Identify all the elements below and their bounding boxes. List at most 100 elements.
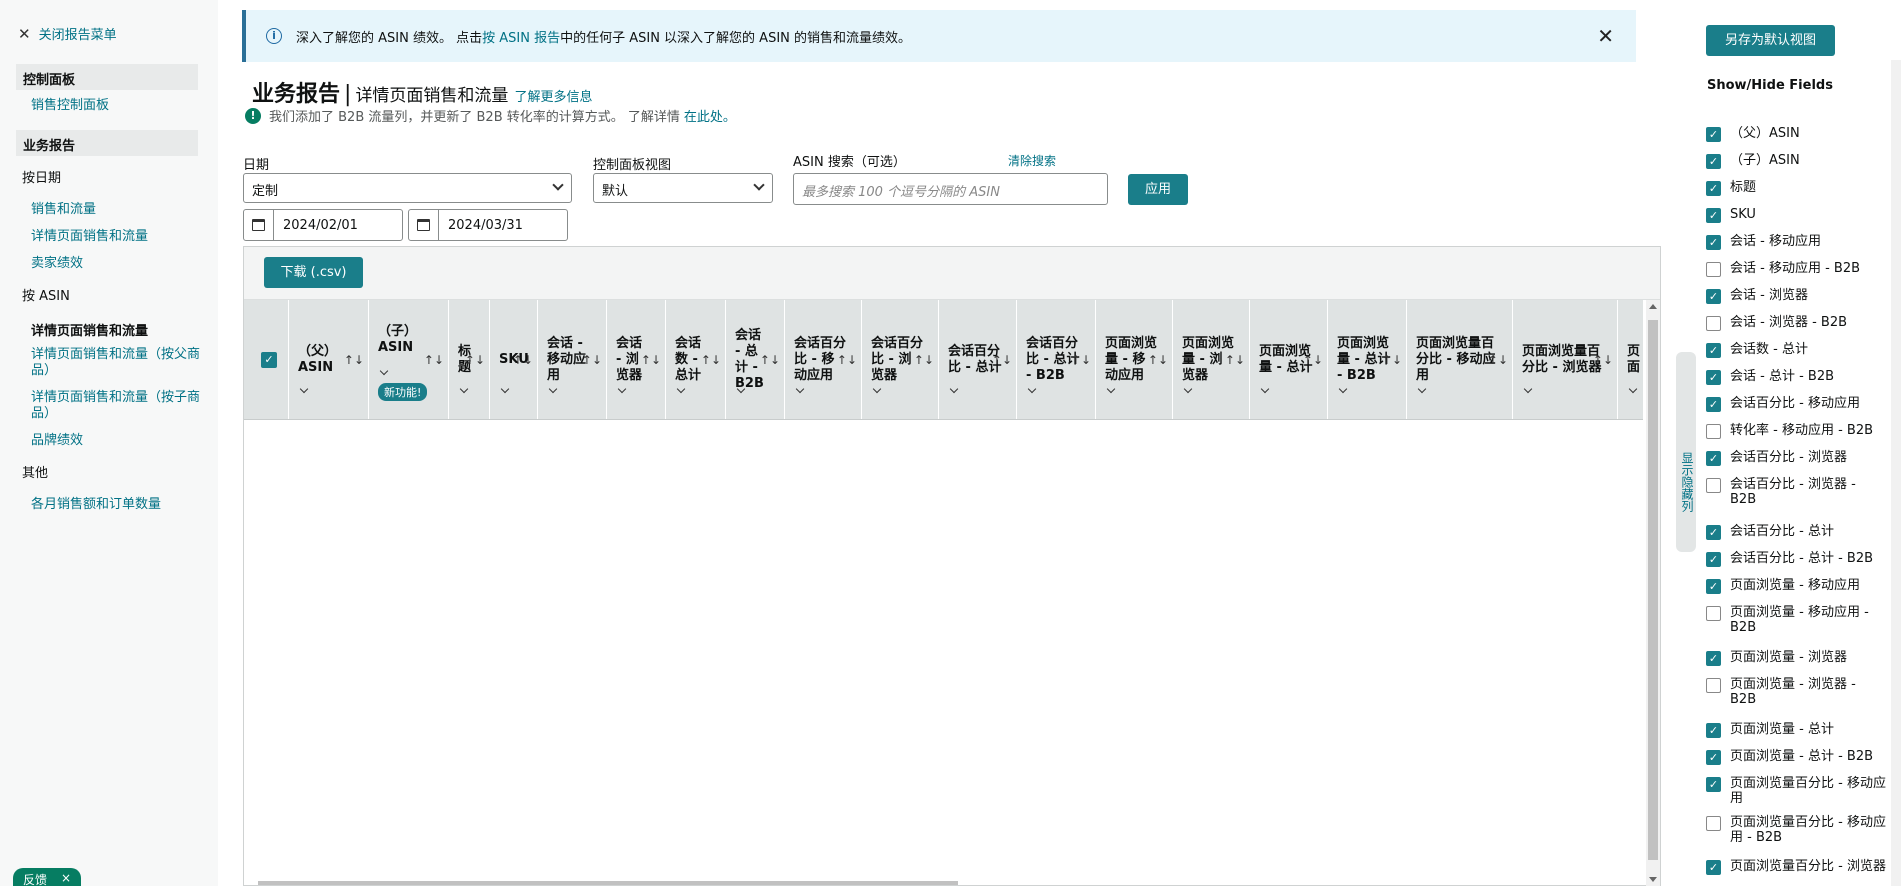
field-toggle[interactable]: ✓ 会话 - 浏览器 — [1706, 288, 1886, 304]
field-checkbox[interactable]: ✓ — [1706, 154, 1721, 169]
field-checkbox[interactable]: ✓ — [1706, 370, 1721, 385]
field-toggle[interactable]: ✓ 会话百分比 - 总计 - B2B — [1706, 551, 1886, 567]
field-checkbox[interactable]: ✓ — [1706, 777, 1721, 792]
field-toggle[interactable]: ✓ 会话数 - 总计 — [1706, 342, 1886, 358]
column-header[interactable]: 页面浏览量 - 浏览器 ↑↓ — [1173, 300, 1250, 419]
learn-more-link[interactable]: 了解更多信息 — [514, 86, 592, 105]
field-toggle[interactable]: ✓ （子）ASIN — [1706, 153, 1886, 169]
sidebar-item-sales-dashboard[interactable]: 销售控制面板 — [31, 98, 201, 114]
column-menu-chevron-icon[interactable] — [1417, 384, 1427, 394]
column-menu-chevron-icon[interactable] — [379, 366, 389, 376]
field-toggle[interactable]: ✓ 页面浏览量 - 总计 — [1706, 722, 1886, 738]
dashboard-view-select[interactable]: 默认 — [593, 173, 773, 203]
scroll-up-icon[interactable] — [1649, 304, 1657, 309]
sidebar-item-detail-sales-traffic[interactable]: 详情页面销售和流量 — [31, 229, 201, 245]
column-header[interactable]: SKU ↑↓ — [490, 300, 538, 419]
field-toggle[interactable]: ✓ 页面浏览量百分比 - 移动应用 — [1706, 776, 1886, 806]
start-date-field[interactable]: 2024/02/01 — [243, 209, 403, 241]
vertical-scrollbar[interactable] — [1646, 300, 1660, 886]
field-toggle[interactable]: ✓ 页面浏览量 - 浏览器 — [1706, 650, 1886, 666]
field-checkbox[interactable]: ✓ — [1706, 579, 1721, 594]
field-toggle[interactable]: ✓ 页面浏览量 - 移动应用 — [1706, 578, 1886, 594]
sidebar-item-brand-performance[interactable]: 品牌绩效 — [31, 433, 201, 449]
sort-icon[interactable]: ↑↓ — [582, 353, 602, 367]
end-date-field[interactable]: 2024/03/31 — [408, 209, 568, 241]
field-checkbox[interactable]: ✓ — [1706, 750, 1721, 765]
column-header[interactable]: 页面浏览量 - 总计 ↑↓ — [1250, 300, 1328, 419]
column-header[interactable]: （父）ASIN ↑↓ — [289, 300, 369, 419]
column-header[interactable]: 页面浏览量 - 移动应用 ↑↓ — [1096, 300, 1173, 419]
field-checkbox[interactable] — [1706, 606, 1721, 621]
column-header[interactable]: 会话百分比 - 浏览器 ↑↓ — [862, 300, 939, 419]
column-header[interactable]: 会话百分比 - 总计 ↑↓ — [939, 300, 1017, 419]
field-checkbox[interactable]: ✓ — [1706, 208, 1721, 223]
field-checkbox[interactable]: ✓ — [1706, 723, 1721, 738]
calendar-icon[interactable] — [409, 210, 439, 240]
column-header[interactable]: 页面浏览量 - 总计 - B2B ↑↓ — [1328, 300, 1407, 419]
column-menu-chevron-icon[interactable] — [1628, 384, 1638, 394]
field-toggle[interactable]: 页面浏览量百分比 - 移动应用 - B2B — [1706, 815, 1886, 845]
column-menu-chevron-icon[interactable] — [1523, 384, 1533, 394]
column-header[interactable]: 会话 - 移动应用 ↑↓ — [538, 300, 607, 419]
column-menu-chevron-icon[interactable] — [548, 384, 558, 394]
sort-icon[interactable]: ↑↓ — [914, 353, 934, 367]
field-checkbox[interactable]: ✓ — [1706, 860, 1721, 875]
field-checkbox[interactable] — [1706, 678, 1721, 693]
sort-icon[interactable]: ↑↓ — [641, 353, 661, 367]
field-checkbox[interactable]: ✓ — [1706, 651, 1721, 666]
asin-search-input[interactable]: 最多搜索 100 个逗号分隔的 ASIN — [793, 173, 1108, 205]
field-checkbox[interactable] — [1706, 816, 1721, 831]
column-menu-chevron-icon[interactable] — [795, 384, 805, 394]
select-all-checkbox[interactable]: ✓ — [261, 352, 277, 368]
column-menu-chevron-icon[interactable] — [949, 384, 959, 394]
sort-icon[interactable]: ↑↓ — [1303, 353, 1323, 367]
sort-icon[interactable]: ↑↓ — [992, 353, 1012, 367]
column-menu-chevron-icon[interactable] — [617, 384, 627, 394]
right-panel-scrollbar[interactable] — [1891, 60, 1901, 886]
field-checkbox[interactable] — [1706, 424, 1721, 439]
download-csv-button[interactable]: 下载 (.csv) — [264, 257, 363, 288]
sort-icon[interactable]: ↑↓ — [837, 353, 857, 367]
sort-icon[interactable]: ↑↓ — [465, 353, 485, 367]
apply-button[interactable]: 应用 — [1128, 174, 1188, 205]
column-header[interactable]: 会话 - 浏览器 ↑↓ — [607, 300, 666, 419]
field-toggle[interactable]: ✓ 页面浏览量 - 总计 - B2B — [1706, 749, 1886, 765]
column-menu-chevron-icon[interactable] — [1027, 384, 1037, 394]
sort-icon[interactable]: ↑↓ — [1148, 353, 1168, 367]
column-header[interactable]: 标题 ↑↓ — [449, 300, 490, 419]
banner-asin-report-link[interactable]: 按 ASIN 报告 — [482, 31, 560, 46]
column-header[interactable]: 会话数 - 总计 ↑↓ — [666, 300, 726, 419]
sort-icon[interactable]: ↑↓ — [1593, 353, 1613, 367]
field-toggle[interactable]: ✓ 页面浏览量百分比 - 浏览器 — [1706, 859, 1886, 875]
field-checkbox[interactable]: ✓ — [1706, 127, 1721, 142]
show-hide-columns-handle[interactable]: 显示隐藏列 — [1676, 352, 1696, 552]
field-checkbox[interactable]: ✓ — [1706, 451, 1721, 466]
column-header[interactable]: 页面浏览量百分比 - 浏览器 ↑↓ — [1513, 300, 1618, 419]
sort-icon[interactable]: ↑↓ — [344, 353, 364, 367]
field-checkbox[interactable]: ✓ — [1706, 181, 1721, 196]
close-menu-button[interactable]: ✕ 关闭报告菜单 — [18, 24, 117, 44]
field-toggle[interactable]: 页面浏览量 - 移动应用 - B2B — [1706, 605, 1886, 635]
field-checkbox[interactable] — [1706, 478, 1721, 493]
column-menu-chevron-icon[interactable] — [1260, 384, 1270, 394]
sort-icon[interactable]: ↑↓ — [1225, 353, 1245, 367]
field-checkbox[interactable]: ✓ — [1706, 397, 1721, 412]
field-toggle[interactable]: 会话 - 浏览器 - B2B — [1706, 315, 1886, 331]
column-menu-chevron-icon[interactable] — [299, 384, 309, 394]
sidebar-item-detail-active[interactable]: 详情页面销售和流量 — [31, 320, 148, 339]
field-checkbox[interactable]: ✓ — [1706, 525, 1721, 540]
sort-icon[interactable]: ↑↓ — [424, 353, 444, 367]
column-menu-chevron-icon[interactable] — [459, 384, 469, 394]
sidebar-item-detail-child[interactable]: 详情页面销售和流量（按子商品） — [31, 390, 201, 422]
sort-icon[interactable]: ↑↓ — [1382, 353, 1402, 367]
field-toggle[interactable]: 会话 - 移动应用 - B2B — [1706, 261, 1886, 277]
field-toggle[interactable]: 页面浏览量 - 浏览器 - B2B — [1706, 677, 1886, 707]
column-header[interactable]: （子）ASIN 新功能! ↑↓ — [369, 300, 449, 419]
field-checkbox[interactable]: ✓ — [1706, 343, 1721, 358]
field-toggle[interactable]: ✓ 会话百分比 - 总计 — [1706, 524, 1886, 540]
sort-icon[interactable]: ↑↓ — [513, 353, 533, 367]
field-toggle[interactable]: ✓ 会话 - 总计 - B2B — [1706, 369, 1886, 385]
column-menu-chevron-icon[interactable] — [1338, 384, 1348, 394]
field-checkbox[interactable] — [1706, 262, 1721, 277]
field-toggle[interactable]: ✓ 会话百分比 - 移动应用 — [1706, 396, 1886, 412]
